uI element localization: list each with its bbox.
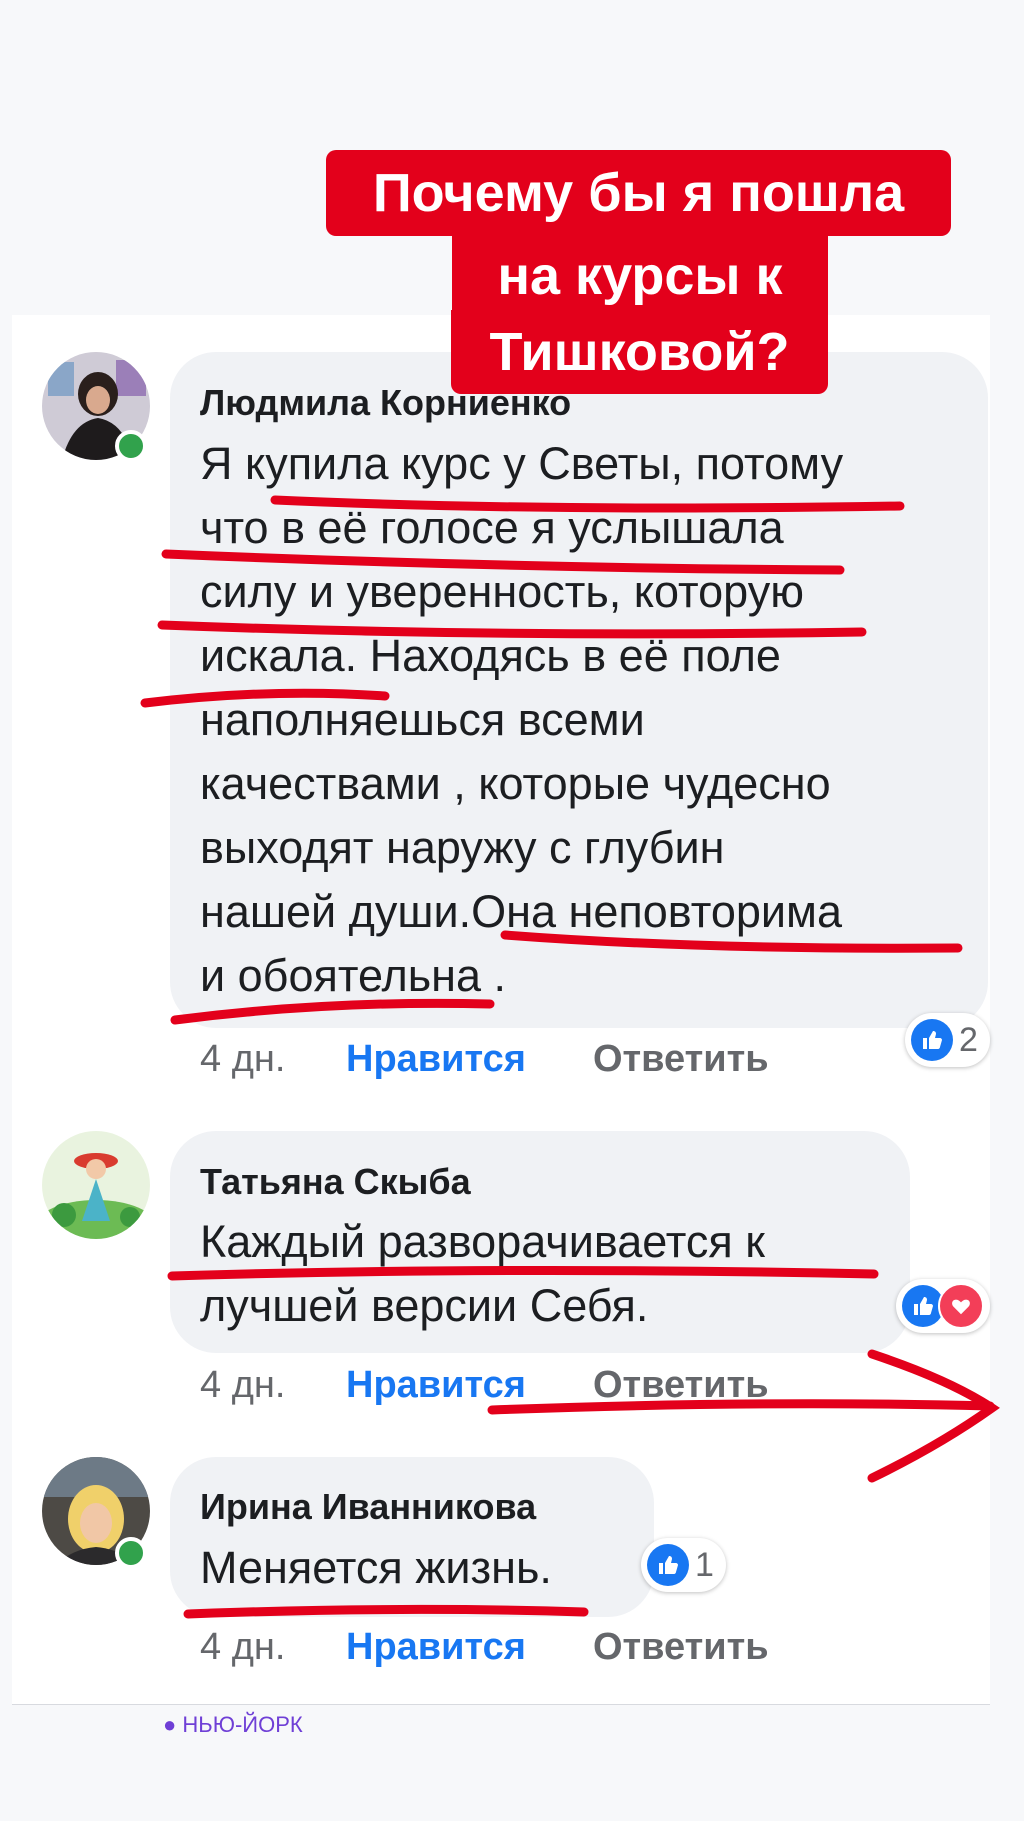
comment-text: Каждый разворачивается к лучшей версии С…: [200, 1216, 765, 1331]
reaction-count: 2: [959, 1020, 978, 1059]
reply-link[interactable]: Ответить: [593, 1626, 769, 1669]
comment-author[interactable]: Татьяна Скыба: [200, 1161, 471, 1203]
like-link[interactable]: Нравится: [346, 1038, 526, 1081]
reply-link[interactable]: Ответить: [593, 1364, 769, 1407]
like-link[interactable]: Нравится: [346, 1626, 526, 1669]
online-indicator: [115, 1537, 147, 1569]
reaction-badge[interactable]: [896, 1279, 990, 1333]
reaction-badge[interactable]: 1: [641, 1538, 726, 1592]
title-line-3: Тишковой?: [451, 310, 828, 394]
card-divider: [12, 1704, 990, 1705]
location-pin-icon: ●: [163, 1712, 177, 1737]
reply-link[interactable]: Ответить: [593, 1038, 769, 1081]
like-reaction-icon: [911, 1019, 953, 1061]
location-label: НЬЮ-ЙОРК: [182, 1712, 303, 1737]
reaction-badge[interactable]: 2: [905, 1013, 990, 1067]
comment-time: 4 дн.: [200, 1364, 286, 1406]
avatar-tatyana[interactable]: [42, 1131, 150, 1239]
comment-text: Меняется жизнь.: [200, 1542, 552, 1593]
comment-time: 4 дн.: [200, 1626, 286, 1668]
like-link[interactable]: Нравится: [346, 1364, 526, 1407]
online-indicator: [115, 430, 147, 462]
title-line-1: Почему бы я пошла: [326, 150, 951, 236]
like-reaction-icon: [647, 1544, 689, 1586]
location-tag[interactable]: ● НЬЮ-ЙОРК: [163, 1712, 303, 1738]
comment-text: Я купила курс у Светы, потому что в её г…: [200, 438, 844, 1001]
comment-time: 4 дн.: [200, 1038, 286, 1080]
reaction-count: 1: [695, 1545, 714, 1584]
love-reaction-icon: [938, 1283, 984, 1329]
comment-author[interactable]: Ирина Иванникова: [200, 1486, 536, 1528]
title-line-2: на курсы к: [452, 236, 828, 316]
